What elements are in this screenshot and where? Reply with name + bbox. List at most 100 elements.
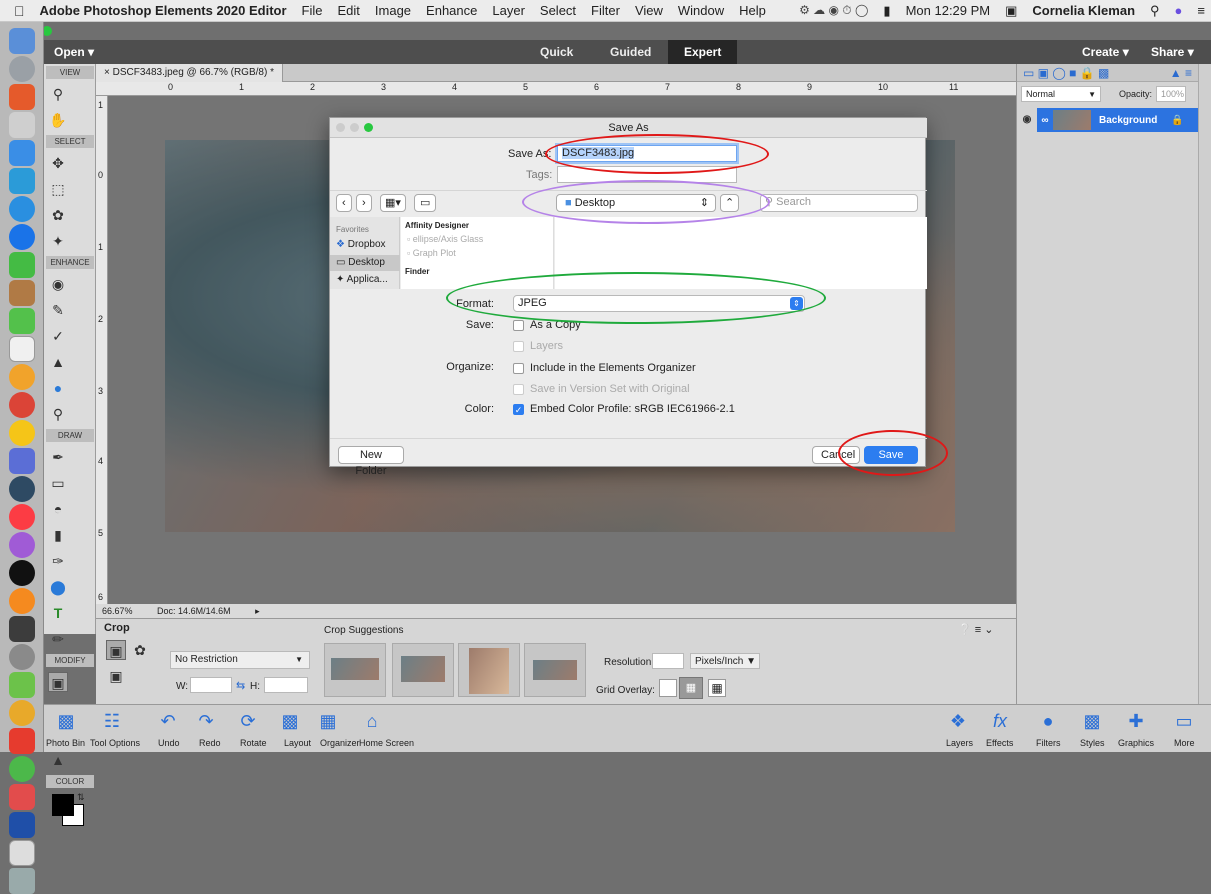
screen-icon[interactable]: ▣ <box>1005 3 1017 19</box>
menu-view[interactable]: View <box>635 3 663 18</box>
sidebar-item-dropbox[interactable]: ❖ Dropbox <box>336 239 386 250</box>
quick-selection-tool-icon[interactable]: ✦ <box>48 231 68 251</box>
help-icon[interactable]: ❔ ≡ ⌄ <box>958 623 993 636</box>
crop-option-icon[interactable]: ▣ <box>106 640 126 660</box>
notification-icon[interactable]: ≡ <box>1197 3 1205 18</box>
width-field[interactable] <box>190 677 232 693</box>
new-folder-button[interactable]: New Folder <box>338 446 404 477</box>
back-button[interactable]: ‹ <box>336 194 352 212</box>
graphics-button[interactable]: Graphics <box>1118 738 1154 748</box>
apple-icon[interactable]:  <box>14 3 25 19</box>
swap-colors-icon[interactable]: ⇅ <box>77 792 85 803</box>
crop-suggestion-thumb[interactable] <box>458 643 520 697</box>
lock-icon[interactable]: 🔒 <box>1171 115 1183 126</box>
eraser-tool-icon[interactable]: ▭ <box>48 473 68 493</box>
dock-app-icon[interactable] <box>8 196 35 222</box>
share-button[interactable]: Share ▾ <box>1151 45 1194 59</box>
effects-icon[interactable]: fx <box>988 711 1012 733</box>
include-organizer-checkbox[interactable]: Include in the Elements Organizer <box>513 362 696 374</box>
crop-tool-icon[interactable]: ▣ <box>48 672 68 692</box>
menu-select[interactable]: Select <box>540 3 576 18</box>
resolution-unit-select[interactable]: Pixels/Inch ▼ <box>690 653 760 669</box>
move-tool-icon[interactable]: ✥ <box>48 153 68 173</box>
dock-app-icon[interactable] <box>8 364 35 390</box>
styles-icon[interactable]: ▩ <box>1080 711 1104 733</box>
tool-options-icon[interactable]: ☷ <box>100 711 124 733</box>
open-button[interactable]: Open ▾ <box>54 45 94 59</box>
layer-row-background[interactable]: ◉ ∞ Background 🔒 <box>1017 108 1198 132</box>
paint-bucket-tool-icon[interactable]: ◓ <box>48 499 68 519</box>
lasso-tool-icon[interactable]: ✿ <box>48 205 68 225</box>
forward-button[interactable]: › <box>356 194 372 212</box>
dialog-close-button[interactable] <box>336 123 345 132</box>
dock-app-icon[interactable] <box>8 756 35 782</box>
opacity-field[interactable]: 100% <box>1156 86 1187 102</box>
pencil-tool-icon[interactable]: ✏ <box>48 629 68 649</box>
redo-button[interactable]: Redo <box>199 738 221 748</box>
dock-app-icon[interactable] <box>8 616 35 642</box>
dialog-zoom-button[interactable] <box>364 123 373 132</box>
layers-button[interactable]: Layers <box>946 738 973 748</box>
close-tab-icon[interactable]: × <box>104 67 110 78</box>
dock-app-icon[interactable] <box>8 812 35 838</box>
crop-suggestion-thumb[interactable] <box>392 643 454 697</box>
dock-app-icon[interactable] <box>8 840 35 866</box>
organizer-button[interactable]: Organizer <box>320 738 360 748</box>
dock-app-icon[interactable] <box>8 336 35 362</box>
dock-app-icon[interactable] <box>8 224 35 250</box>
app-name-menu[interactable]: Adobe Photoshop Elements 2020 Editor <box>40 3 287 18</box>
spotlight-icon[interactable]: ⚲ <box>1150 3 1160 19</box>
dock-app-icon[interactable] <box>8 168 35 194</box>
menu-help[interactable]: Help <box>739 3 766 18</box>
dock-app-icon[interactable] <box>8 112 35 138</box>
sponge-tool-icon[interactable]: ⚲ <box>48 404 68 424</box>
menubar-user[interactable]: Cornelia Kleman <box>1032 3 1135 18</box>
menu-enhance[interactable]: Enhance <box>426 3 477 18</box>
color-swatches[interactable]: ⇅ <box>44 790 95 834</box>
height-field[interactable] <box>264 677 308 693</box>
dock-app-icon[interactable] <box>8 84 35 110</box>
type-tool-icon[interactable]: T <box>48 603 68 623</box>
menu-layer[interactable]: Layer <box>492 3 525 18</box>
sidebar-item-applications[interactable]: ✦ Applica... <box>336 274 388 285</box>
effects-button[interactable]: Effects <box>986 738 1013 748</box>
swap-dimensions-icon[interactable]: ⇆ <box>236 679 245 692</box>
battery-icon[interactable]: ▮ <box>883 3 890 19</box>
rotate-icon[interactable]: ⟳ <box>236 711 260 733</box>
marquee-tool-icon[interactable]: ⬚ <box>48 179 68 199</box>
panel-scrollbar[interactable] <box>1198 64 1211 704</box>
new-folder-icon[interactable]: ▭ <box>414 194 437 212</box>
menu-filter[interactable]: Filter <box>591 3 620 18</box>
menubar-clock[interactable]: Mon 12:29 PM <box>906 3 991 18</box>
grid-thirds-button[interactable]: ▦ <box>679 677 703 699</box>
dock-app-icon[interactable] <box>8 420 35 446</box>
styles-button[interactable]: Styles <box>1080 738 1105 748</box>
mode-quick[interactable]: Quick <box>524 40 589 64</box>
zoom-tool-icon[interactable]: ⚲ <box>48 84 68 104</box>
graphics-icon[interactable]: ✚ <box>1124 711 1148 733</box>
filters-icon[interactable]: ● <box>1036 711 1060 733</box>
view-options-button[interactable]: ▦▾ <box>380 194 406 212</box>
rotate-button[interactable]: Rotate <box>240 738 267 748</box>
gradient-tool-icon[interactable]: ▮ <box>48 525 68 545</box>
create-button[interactable]: Create ▾ <box>1082 45 1129 59</box>
dock-app-icon[interactable] <box>8 532 35 558</box>
smart-brush-tool-icon[interactable]: ✓ <box>48 326 68 346</box>
clone-stamp-tool-icon[interactable]: ▲ <box>48 352 68 372</box>
document-tab[interactable]: × DSCF3483.jpeg @ 66.7% (RGB/8) * <box>96 64 283 82</box>
menu-file[interactable]: File <box>302 3 323 18</box>
redo-icon[interactable]: ↷ <box>194 711 218 733</box>
trash-icon[interactable] <box>8 868 35 894</box>
crop-image-icon[interactable]: ▣ <box>106 666 126 686</box>
red-eye-tool-icon[interactable]: ◉ <box>48 274 68 294</box>
siri-icon[interactable]: ● <box>1175 3 1183 18</box>
eye-icon[interactable]: ◉ <box>1017 108 1037 132</box>
dock-app-icon[interactable] <box>8 588 35 614</box>
dock-app-icon[interactable] <box>8 504 35 530</box>
layers-icon[interactable]: ❖ <box>946 711 970 733</box>
dock-app-icon[interactable] <box>8 476 35 502</box>
file-item[interactable]: ▫ Graph Plot <box>407 248 456 258</box>
restriction-select[interactable]: No Restriction ▼ <box>170 651 310 669</box>
dock-app-icon[interactable] <box>8 672 35 698</box>
layers-checkbox[interactable]: Layers <box>513 340 563 352</box>
